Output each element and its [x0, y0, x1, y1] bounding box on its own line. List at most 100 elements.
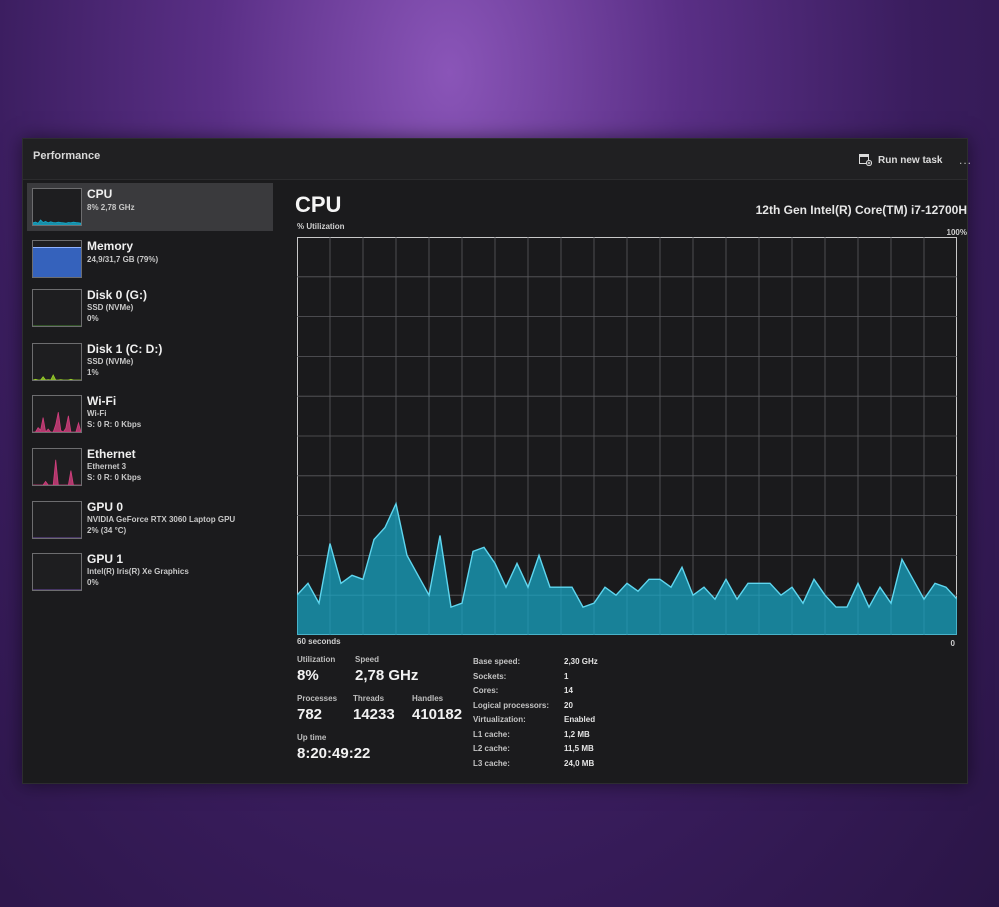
spec-row: Virtualization: Enabled: [473, 715, 673, 730]
stat-value: 14233: [353, 706, 395, 723]
spec-row: Sockets: 1: [473, 672, 673, 687]
spec-row: L1 cache: 1,2 MB: [473, 730, 673, 745]
sidebar-item-detail: Intel(R) Iris(R) Xe Graphics: [87, 567, 189, 576]
sidebar-item-cpu[interactable]: CPU 8% 2,78 GHz: [27, 183, 273, 231]
thumbnail-sparkline: [33, 374, 81, 380]
spec-key: Logical processors:: [473, 700, 550, 710]
run-new-task-button[interactable]: Run new task: [859, 154, 942, 166]
spec-key: Cores:: [473, 686, 499, 695]
page-title: CPU: [295, 192, 342, 217]
sidebar-item-detail: 24,9/31,7 GB (79%): [87, 255, 159, 264]
spec-value: 1,2 MB: [564, 729, 590, 739]
stat-value: 8:20:49:22: [297, 745, 371, 762]
y-axis-label: % Utilization: [297, 222, 345, 231]
sidebar-item-disk-1[interactable]: Disk 1 (C: D:) SSD (NVMe) 1%: [27, 338, 273, 386]
spec-key: L3 cache:: [473, 758, 510, 768]
sidebar-item-memory[interactable]: Memory 24,9/31,7 GB (79%): [27, 235, 273, 283]
gpu-1-thumbnail: [32, 553, 82, 591]
sidebar-item-label: Wi-Fi: [87, 394, 117, 408]
spec-row: L2 cache: 11,5 MB: [473, 744, 673, 759]
stat-value: 8%: [297, 667, 319, 684]
sidebar-item-detail: Ethernet 3: [87, 462, 127, 471]
disk-1-thumbnail: [32, 343, 82, 381]
stat-label: Up time: [297, 733, 327, 742]
gpu-0-thumbnail: [32, 501, 82, 539]
sidebar-item-gpu-0[interactable]: GPU 0 NVIDIA GeForce RTX 3060 Laptop GPU…: [27, 496, 273, 544]
spec-value: Enabled: [564, 715, 596, 724]
spec-key: L2 cache:: [473, 744, 510, 753]
spec-key: Virtualization:: [473, 715, 526, 724]
run-new-task-label: Run new task: [878, 154, 943, 166]
stat-value: 782: [297, 706, 323, 723]
spec-key: L1 cache:: [473, 729, 510, 739]
window-title: Performance: [33, 150, 101, 162]
more-options-icon[interactable]: ...: [959, 153, 972, 167]
spec-value: 1: [564, 671, 569, 681]
cpu-utilization-graph: [297, 237, 957, 635]
spec-key: Sockets:: [473, 671, 507, 681]
x-axis-label: 60 seconds: [297, 637, 341, 646]
sidebar-item-wifi[interactable]: Wi-Fi Wi-Fi S: 0 R: 0 Kbps: [27, 390, 273, 438]
wifi-thumbnail: [32, 395, 82, 433]
cpu-thumbnail: [32, 188, 82, 226]
stat-label: Processes: [297, 694, 338, 703]
sidebar-item-label: Ethernet: [87, 447, 136, 461]
sidebar-item-label: CPU: [87, 187, 113, 201]
sidebar-item-detail: S: 0 R: 0 Kbps: [87, 473, 142, 482]
disk-0-thumbnail: [32, 289, 82, 327]
sidebar-item-detail: SSD (NVMe): [87, 303, 134, 312]
stat-label: Handles: [412, 694, 444, 703]
handles-stat: Handles 410182: [412, 694, 462, 723]
spec-value: 2,30 GHz: [564, 657, 598, 666]
y-axis-max-label: 100%: [946, 228, 967, 237]
sidebar-item-detail: 2% (34 °C): [87, 526, 127, 535]
sidebar-item-ethernet[interactable]: Ethernet Ethernet 3 S: 0 R: 0 Kbps: [27, 443, 273, 491]
memory-usage-fill: [33, 247, 81, 277]
thumbnail-sparkline: [33, 219, 81, 225]
cpu-panel: CPU 12th Gen Intel(R) Core(TM) i7-12700H…: [295, 183, 967, 783]
threads-stat: Threads 14233: [353, 694, 395, 723]
sidebar-item-detail: SSD (NVMe): [87, 357, 134, 366]
spec-row: L3 cache: 24,0 MB: [473, 759, 673, 774]
run-task-icon: [859, 154, 872, 166]
spec-value: 20: [564, 700, 573, 710]
sidebar-item-detail: Wi-Fi: [87, 409, 107, 418]
spec-value: 11,5 MB: [564, 744, 594, 753]
thumbnail-sparkline: [33, 459, 81, 485]
stat-value: 2,78 GHz: [355, 667, 419, 684]
cpu-specs: Base speed: 2,30 GHz Sockets: 1 Cores: 14 L…: [473, 657, 673, 773]
ethernet-thumbnail: [32, 448, 82, 486]
processes-stat: Processes 782: [297, 694, 337, 723]
x-axis-zero-label: 0: [950, 639, 955, 648]
sidebar-item-gpu-1[interactable]: GPU 1 Intel(R) Iris(R) Xe Graphics 0%: [27, 548, 273, 596]
speed-stat: Speed 2,78 GHz: [355, 655, 418, 684]
stat-value: 410182: [412, 706, 463, 723]
sidebar-item-detail: 8% 2,78 GHz: [87, 203, 135, 212]
spec-row: Cores: 14: [473, 686, 673, 701]
sidebar-item-detail: NVIDIA GeForce RTX 3060 Laptop GPU: [87, 515, 236, 524]
resource-sidebar: CPU 8% 2,78 GHz Memory 24,9/31,7 GB (79%…: [23, 183, 273, 779]
sidebar-item-label: GPU 0: [87, 500, 124, 514]
spec-row: Base speed: 2,30 GHz: [473, 657, 673, 672]
stat-label: Threads: [353, 694, 385, 703]
sidebar-item-label: Disk 0 (G:): [87, 288, 148, 302]
sidebar-item-label: Disk 1 (C: D:): [87, 342, 163, 356]
sidebar-item-label: GPU 1: [87, 552, 124, 566]
spec-value: 24,0 MB: [564, 758, 595, 768]
spec-row: Logical processors: 20: [473, 701, 673, 716]
spec-value: 14: [564, 686, 573, 695]
uptime-stat: Up time 8:20:49:22: [297, 733, 370, 762]
processor-name: 12th Gen Intel(R) Core(TM) i7-12700H: [755, 203, 967, 217]
memory-thumbnail: [32, 240, 82, 278]
sidebar-item-detail: 0%: [87, 578, 99, 587]
sidebar-item-detail: S: 0 R: 0 Kbps: [87, 420, 142, 429]
thumbnail-sparkline: [33, 412, 81, 432]
stat-label: Speed: [355, 655, 380, 664]
sidebar-item-label: Memory: [87, 239, 134, 253]
sidebar-item-detail: 0%: [87, 314, 99, 323]
sidebar-item-detail: 1%: [87, 368, 99, 377]
stat-label: Utilization: [297, 655, 336, 664]
title-bar: Performance Run new task ...: [23, 139, 971, 180]
sidebar-item-disk-0[interactable]: Disk 0 (G:) SSD (NVMe) 0%: [27, 284, 273, 332]
task-manager-window: Performance Run new task ... CPU 8% 2,78…: [22, 138, 971, 784]
